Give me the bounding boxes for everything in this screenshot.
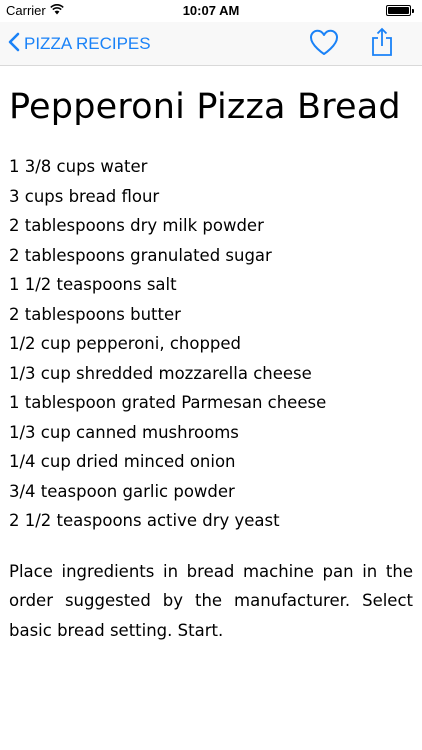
ingredient-item: 1/4 cup dried minced onion	[9, 452, 236, 471]
share-button[interactable]	[366, 27, 398, 61]
battery-tip	[412, 8, 414, 13]
heart-icon	[309, 29, 339, 60]
ingredient-item: 1 3/8 cups water	[9, 157, 148, 176]
status-time: 10:07 AM	[182, 3, 240, 18]
ingredient-item: 2 tablespoons dry milk powder	[9, 216, 264, 235]
ingredient-item: 2 tablespoons granulated sugar	[9, 245, 272, 265]
recipe-title: Pepperoni Pizza Bread	[9, 87, 401, 127]
ingredient-item: 1/3 cup canned mushrooms	[9, 422, 239, 442]
ingredient-item: 2 tablespoons butter	[9, 304, 181, 324]
ingredient-item: 1/2 cup pepperoni, chopped	[9, 334, 242, 353]
recipe-content: Pepperoni Pizza Bread 1 3/8 cups water 3 …	[0, 66, 422, 645]
ingredient-item: 2 1/2 teaspoons active dry yeast	[9, 511, 280, 530]
status-bar: Carrier 10:07 AM	[0, 0, 422, 22]
ingredients-list: 1 3/8 cups water 3 cups bread flour 2 tabl…	[9, 152, 413, 536]
battery-fill	[388, 7, 409, 14]
back-button[interactable]: PIZZA RECIPES	[8, 32, 151, 56]
back-button-label: PIZZA RECIPES	[24, 34, 151, 53]
status-right	[386, 5, 414, 16]
ingredient-item: 1 1/2 teaspoons salt	[9, 275, 177, 294]
ingredient-item: 3/4 teaspoon garlic powder	[9, 481, 235, 501]
chevron-left-icon	[8, 32, 20, 57]
ingredient-item: 1 tablespoon grated Parmesan cheese	[9, 393, 327, 412]
navigation-bar: PIZZA RECIPES	[0, 22, 422, 66]
ingredient-item: 3 cups bread flour	[9, 186, 160, 206]
share-icon	[371, 27, 393, 61]
recipe-instructions: Place ingredients in bread machine pan i…	[9, 561, 413, 640]
ingredient-item: 1/3 cup shredded mozzarella cheese	[9, 363, 312, 383]
favorite-button[interactable]	[308, 28, 340, 60]
battery-icon	[386, 5, 411, 16]
